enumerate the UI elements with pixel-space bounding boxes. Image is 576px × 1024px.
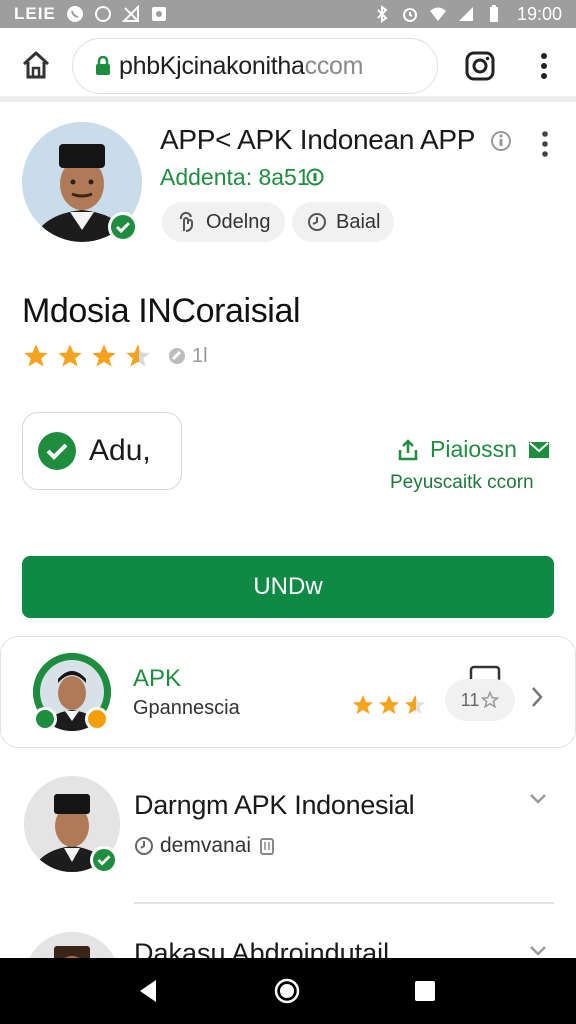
system-nav-bar <box>0 958 576 1024</box>
chevron-down-icon[interactable] <box>528 792 548 806</box>
battery-icon <box>489 5 498 22</box>
chip-baial-label: Baial <box>336 210 381 233</box>
list-item-subtitle-row: demvanai <box>134 834 277 858</box>
chevron-right-icon[interactable] <box>529 685 545 709</box>
star-full-icon <box>379 695 399 714</box>
chip-baial[interactable]: Baial <box>292 202 395 242</box>
app-more-icon[interactable] <box>538 130 552 158</box>
star-full-icon <box>353 695 373 714</box>
signal-off-icon <box>121 5 139 22</box>
home-icon[interactable] <box>20 50 52 80</box>
verified-badge-icon <box>90 846 118 874</box>
whatsapp-icon <box>66 6 83 22</box>
screen: LEIE 19:00 phbKjcinakonithaccom APP< APK… <box>0 0 576 1024</box>
list-item[interactable]: APK Gpannescia 11 <box>0 636 576 748</box>
added-label: Adu, <box>89 434 151 467</box>
list-item-stars <box>351 693 427 717</box>
alarm-icon <box>402 8 417 22</box>
star-half-icon <box>405 695 425 714</box>
home-circle-icon[interactable] <box>274 978 300 1004</box>
recent-apps-icon[interactable] <box>414 980 436 1002</box>
list-item-subtitle: Gpannescia <box>133 697 240 719</box>
bluetooth-icon <box>377 5 388 23</box>
carrier-label: LEIE <box>14 4 56 23</box>
review-icon <box>169 348 185 364</box>
star-full-icon <box>92 344 116 367</box>
install-button[interactable]: UNDw <box>22 556 554 618</box>
storage-icon <box>260 838 275 855</box>
divider <box>134 902 554 904</box>
chip-odelng-label: Odelng <box>206 210 271 233</box>
back-icon[interactable] <box>136 978 160 1004</box>
rating-extra-label: 1l <box>192 344 208 367</box>
status-bar-right: 19:00 <box>373 4 562 25</box>
list-item-pill-label: 11 <box>460 689 480 710</box>
rating-stars: 1l <box>22 342 208 370</box>
list-item-subtitle: demvanai <box>160 834 252 857</box>
list-avatar <box>24 776 120 874</box>
added-button[interactable]: Adu, <box>22 412 182 490</box>
notification-icon <box>151 7 166 21</box>
address-bar[interactable]: phbKjcinakonithaccom <box>72 38 438 94</box>
clock-icon <box>308 213 326 231</box>
info-icon[interactable] <box>490 130 512 152</box>
mail-icon <box>528 441 549 458</box>
section-title: Mdosia INCoraisial <box>22 292 301 330</box>
check-circle-icon <box>38 432 76 470</box>
clock-icon <box>135 837 153 855</box>
url-suffix: ccom <box>304 51 364 80</box>
verified-badge-icon <box>108 212 138 242</box>
badge-orange-icon <box>85 707 109 731</box>
status-bar-left: LEIE <box>14 4 168 24</box>
developer-link[interactable]: Addenta: 8a51 <box>160 164 310 191</box>
star-full-icon <box>24 344 48 367</box>
list-item-title[interactable]: Darngm APK Indonesial <box>134 790 415 821</box>
status-bar: LEIE 19:00 <box>0 0 576 28</box>
badge-green-icon <box>33 707 57 731</box>
star-full-icon <box>58 344 82 367</box>
list-avatar <box>33 653 111 731</box>
app-title: APP< APK Indonean APP <box>160 124 476 155</box>
url-text: phbKjcinakonithaccom <box>119 52 363 81</box>
app-avatar <box>22 122 142 242</box>
overflow-menu-icon[interactable] <box>536 50 552 82</box>
chevron-down-icon[interactable] <box>528 944 548 958</box>
lock-icon <box>96 56 110 75</box>
star-outline-icon <box>481 691 500 709</box>
chip-odelng[interactable]: Odelng <box>162 202 285 242</box>
instagram-icon[interactable] <box>464 50 496 82</box>
cell-signal-icon <box>458 7 473 21</box>
touch-icon <box>179 211 193 232</box>
browser-toolbar: phbKjcinakonithaccom <box>0 28 576 102</box>
list-item-pill[interactable]: 11 <box>445 679 515 721</box>
compass-icon <box>94 6 111 22</box>
developer-info-icon <box>306 168 324 186</box>
status-time: 19:00 <box>516 3 562 24</box>
wifi-icon <box>429 7 446 21</box>
rating-extra: 1l <box>166 345 208 368</box>
permissions-link[interactable]: Piaiossn <box>396 436 551 463</box>
permissions-label: Piaiossn <box>430 436 517 462</box>
star-half-icon <box>126 344 150 367</box>
url-main: phbKjcinakonitha <box>119 51 305 80</box>
share-icon <box>398 438 418 460</box>
permissions-subtext: Peyuscaitk ccorn <box>390 472 534 493</box>
list-item-title: APK <box>133 665 182 692</box>
